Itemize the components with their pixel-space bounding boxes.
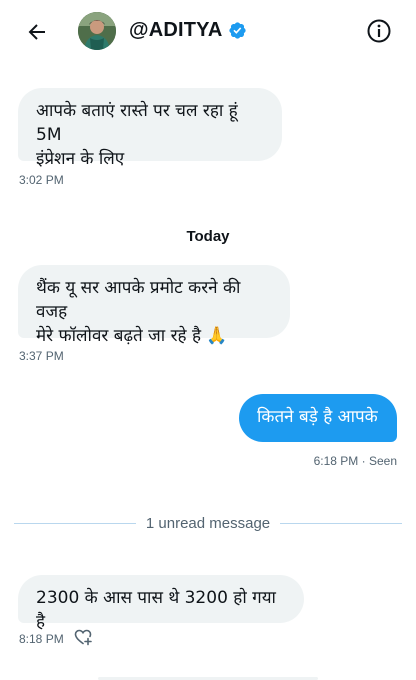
message-text: आपके बताएं रास्ते पर चल रहा हूं 5M — [36, 101, 238, 145]
unread-label: 1 unread message — [145, 514, 271, 532]
message-text: मेरे फॉलोवर बढ़ते जा रहे है 🙏 — [36, 326, 228, 346]
message-bubble[interactable]: कितने बड़े है आपके — [239, 394, 397, 442]
message-text: इंप्रेशन के लिए — [36, 149, 125, 169]
message-text: कितने बड़े है आपके — [257, 407, 378, 427]
unread-divider: 1 unread message — [14, 512, 402, 534]
message-timestamp: 3:37 PM — [19, 349, 64, 363]
info-button[interactable] — [366, 18, 392, 44]
message-bubble[interactable]: आपके बताएं रास्ते पर चल रहा हूं 5M इंप्र… — [18, 88, 282, 169]
back-button[interactable] — [22, 17, 52, 47]
divider-line — [14, 522, 136, 524]
message-bubble[interactable]: थैंक यू सर आपके प्रमोट करने की वजह मेरे … — [18, 265, 290, 346]
divider-line — [280, 522, 402, 524]
username: @ADITYA — [129, 19, 223, 41]
message-bubble[interactable]: 2300 के आस पास थे 3200 हो गया है — [18, 575, 304, 632]
react-button[interactable] — [73, 627, 93, 647]
message-timestamp: 3:02 PM — [19, 173, 64, 187]
info-icon — [367, 19, 391, 43]
message-status: 6:18 PM · Seen — [313, 454, 397, 468]
day-separator: Today — [186, 228, 230, 245]
conversation-header: @ADITYA — [0, 0, 416, 62]
message-timestamp: 8:18 PM — [19, 632, 64, 646]
header-title[interactable]: @ADITYA — [129, 19, 247, 42]
arrow-left-icon — [28, 24, 45, 40]
message-text: थैंक यू सर आपके प्रमोट करने की वजह — [36, 278, 241, 322]
heart-add-icon — [74, 629, 92, 646]
verified-badge-icon — [228, 21, 247, 40]
avatar[interactable] — [78, 12, 116, 50]
